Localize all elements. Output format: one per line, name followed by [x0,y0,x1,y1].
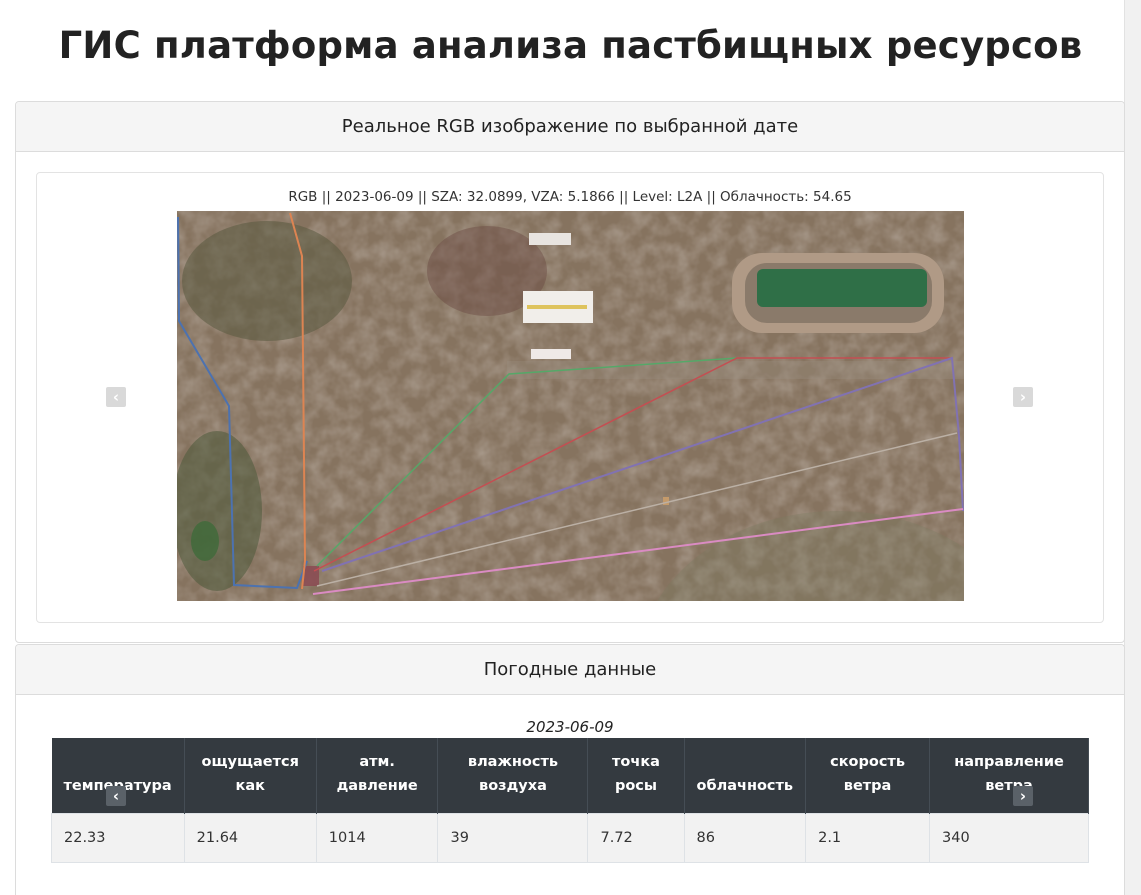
weather-cell: 39 [437,812,589,863]
weather-card-header: Погодные данные [16,645,1124,695]
pond-water [757,269,927,307]
weather-col-header: облачность [684,738,807,813]
col-header-line: воздуха [479,777,547,794]
col-header-line: давление [336,777,418,794]
weather-header-row: температура ощущаетсякак атм.давление вл… [51,738,1089,813]
rgb-card-header: Реальное RGB изображение по выбранной да… [16,102,1124,152]
vegetation-patch [191,521,219,561]
col-header-line: как [235,777,265,794]
col-header-line: скорость [830,753,906,770]
chevron-left-icon[interactable]: ‹ [106,387,126,407]
weather-col-header: направление ветра [929,738,1089,813]
weather-col-header: ощущается как [184,738,317,813]
col-header-line: влажность [467,753,559,770]
weather-cell: 1014 [315,812,439,863]
chevron-right-icon[interactable]: › [1013,387,1033,407]
vegetation-patch [182,221,352,341]
weather-col-header: точка росы [587,738,685,813]
building [527,305,587,309]
weather-data-row: 22.33 21.64 1014 39 7.72 86 2.1 340 [51,812,1089,863]
col-header-line: облачность [696,777,794,794]
weather-card: Погодные данные 2023-06-09 температура о… [15,644,1125,895]
weather-cell: 340 [929,812,1089,863]
page-title: ГИС платформа анализа пастбищных ресурсо… [58,24,1083,67]
page-scrollbar[interactable] [1124,0,1141,895]
weather-cell: 7.72 [587,812,685,863]
weather-cell: 86 [683,812,807,863]
col-header-line: ощущается [201,753,299,770]
col-header-line: атм. [359,753,395,770]
satellite-image [177,211,964,601]
weather-col-header: влажность воздуха [437,738,589,813]
col-header-line: точка [612,753,660,770]
weather-table: температура ощущаетсякак атм.давление вл… [51,738,1089,863]
rgb-image-frame: RGB || 2023-06-09 || SZA: 32.0899, VZA: … [36,172,1104,623]
chevron-left-icon[interactable]: ‹ [106,786,126,806]
weather-date: 2023-06-09 [526,718,614,736]
col-header-line: росы [614,777,658,794]
building [531,349,571,359]
rgb-image-caption: RGB || 2023-06-09 || SZA: 32.0899, VZA: … [288,189,852,205]
weather-cell: 2.1 [805,812,931,863]
weather-col-header: скорость ветра [805,738,931,813]
chevron-right-icon[interactable]: › [1013,786,1033,806]
rgb-image-card: Реальное RGB изображение по выбранной да… [15,101,1125,643]
weather-col-header: атм. давление [316,738,439,813]
weather-cell: 22.33 [51,812,185,863]
col-header-line: направление [954,753,1064,770]
building [529,233,571,245]
weather-cell: 21.64 [183,812,317,863]
col-header-line: ветра [843,777,892,794]
